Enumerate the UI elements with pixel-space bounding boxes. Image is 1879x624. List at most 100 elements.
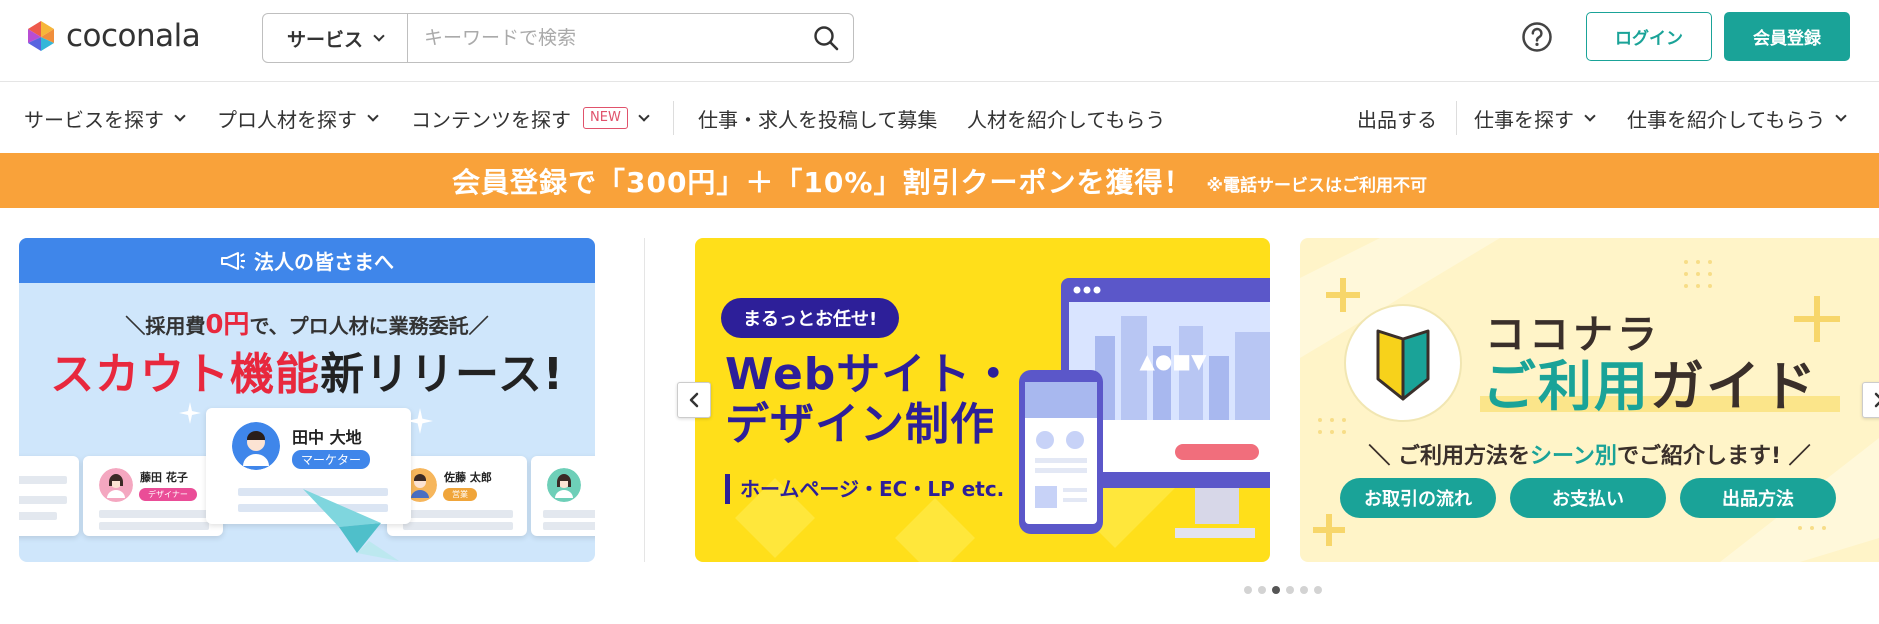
search-icon [814,26,839,51]
megaphone-icon [221,251,245,270]
carousel-divider [644,238,645,562]
carousel-next-button[interactable] [1862,382,1879,418]
carousel-dot[interactable] [1258,586,1266,594]
chevron-down-icon [367,109,379,122]
new-badge: NEW [583,107,628,129]
carousel-prev-button[interactable] [677,382,711,418]
avatar [232,422,280,470]
carousel-dots [1244,586,1322,594]
chevron-down-icon [1584,109,1596,122]
chevron-down-icon [1835,109,1848,122]
title-line: デザイン制作 [725,399,995,450]
carousel-dot[interactable] [1244,586,1252,594]
coconala-logo[interactable]: coconala [24,16,201,56]
nav-label: 仕事・求人を投稿して募集 [698,107,938,132]
title-dark: 新リリース! [320,349,564,400]
sparkle-icon [407,408,433,434]
logo-text: coconala [66,18,201,54]
banner-title: スカウト機能新リリース! [19,338,595,402]
nav-label: コンテンツを探す [411,107,571,132]
beginner-mark-icon [1376,329,1430,401]
title-red: スカウト機能 [50,349,321,400]
title-teal: ご利用 [1482,355,1650,418]
signup-button[interactable]: 会員登録 [1724,12,1850,61]
banner-subtitle: ホームページ・EC・LP etc. [725,474,1004,504]
nav-job-referral[interactable]: 仕事を紹介してもらう [1627,83,1848,153]
profile-card: 藤田 花子 デザイナー [83,456,223,536]
title-line: Webサイト・ [725,349,1017,400]
slash-right: ／ [1780,444,1811,469]
paper-plane-icon [303,489,399,561]
chevron-down-icon [373,29,385,42]
site-header: coconala サービス ログイン 会員登録 [0,0,1879,82]
profile-name: 田中 大地 [292,428,362,447]
profile-tag: 営業 [443,488,477,501]
search-category-select[interactable]: サービス [263,14,408,62]
profile-tag: デザイナー [139,488,197,501]
search-bar: サービス [262,13,854,63]
nav-label: プロ人材を探す [217,107,357,132]
chevron-left-icon [689,392,699,408]
help-icon[interactable] [1521,21,1553,53]
phone-illustration [1019,370,1103,534]
chevron-down-icon [638,109,650,122]
promo-main-text: 会員登録で「300円」＋「10%」割引クーポンを獲得！ [451,165,1193,199]
banner-usage-guide[interactable]: ココナラ ご利用ガイド ＼ ご利用方法をシーン別でご紹介します! ／ お取引の流… [1300,238,1879,562]
search-button[interactable] [799,14,853,62]
guide-button-payment[interactable]: お支払い [1510,478,1666,518]
banner-pill: まるっとお任せ! [721,298,900,338]
carousel-dot[interactable] [1300,586,1308,594]
slash-left: ＼ [125,314,146,338]
nav-label: 出品する [1357,107,1437,132]
search-input[interactable] [408,14,799,62]
guide-button-trade-flow[interactable]: お取引の流れ [1340,478,1496,518]
profile-card [19,456,79,536]
slash-left: ＼ [1368,444,1399,469]
banner-web-design[interactable]: まるっとお任せ! Webサイト・ デザイン制作 ホームページ・EC・LP etc… [695,238,1270,562]
promo-note: ※電話サービスはご利用不可 [1206,176,1427,196]
desc-post: でご紹介します! [1616,444,1781,469]
banner-title: Webサイト・ デザイン制作 [725,350,1016,450]
nav-find-contents[interactable]: コンテンツを探す NEW [411,83,650,153]
subtitle-pre: 採用費 [145,314,206,338]
nav-label: 仕事を探す [1474,107,1574,132]
signup-coupon-banner[interactable]: 会員登録で「300円」＋「10%」割引クーポンを獲得！ ※電話サービスはご利用不… [0,153,1879,208]
nav-find-jobs[interactable]: 仕事を探す [1474,83,1596,153]
login-button[interactable]: ログイン [1586,12,1712,61]
profile-name: 佐藤 太郎 [444,471,492,484]
title-brown: ガイド [1650,355,1818,418]
profile-card [531,456,595,536]
guide-button-selling[interactable]: 出品方法 [1680,478,1836,518]
search-category-label: サービス [286,28,363,51]
subtitle-post: で、プロ人材に業務委託 [249,314,469,338]
chevron-right-icon [1874,392,1879,408]
svg-text:▲●■▼: ▲●■▼ [1139,349,1207,373]
banner-subtitle: ＼採用費0円で、プロ人材に業務委託／ [19,304,595,341]
nav-post-job[interactable]: 仕事・求人を投稿して募集 [698,83,937,153]
nav-divider [1456,101,1457,135]
nav-sell[interactable]: 出品する [1357,83,1437,153]
chevron-down-icon [174,109,186,122]
banner-corporate-scout[interactable]: 法人の皆さまへ ＼採用費0円で、プロ人材に業務委託／ スカウト機能新リリース! … [19,238,595,562]
banner-header-text: 法人の皆さまへ [254,250,394,274]
desc-pre: ご利用方法を [1398,444,1531,469]
logo-mark-icon [28,21,54,51]
profile-tag: マーケター [292,450,371,469]
nav-find-services[interactable]: サービスを探す [24,83,186,153]
carousel-dot[interactable] [1314,586,1322,594]
nav-find-pros[interactable]: プロ人材を探す [217,83,379,153]
carousel-dot[interactable] [1272,586,1280,594]
avatar [99,468,133,502]
nav-label: 人材を紹介してもらう [967,107,1166,132]
beginner-badge [1344,304,1462,422]
main-nav: サービスを探す プロ人材を探す コンテンツを探す NEW 仕事・求人を投稿して募… [0,83,1879,153]
nav-divider [673,101,674,135]
banner-header: 法人の皆さまへ [19,238,595,283]
slash-right: ／ [468,314,489,338]
carousel-dot[interactable] [1286,586,1294,594]
sparkle-icon [179,402,201,424]
nav-label: サービスを探す [24,107,164,132]
nav-get-referral[interactable]: 人材を紹介してもらう [967,83,1165,153]
desc-teal: シーン別 [1530,444,1617,469]
subtitle-zero: 0円 [205,310,250,340]
